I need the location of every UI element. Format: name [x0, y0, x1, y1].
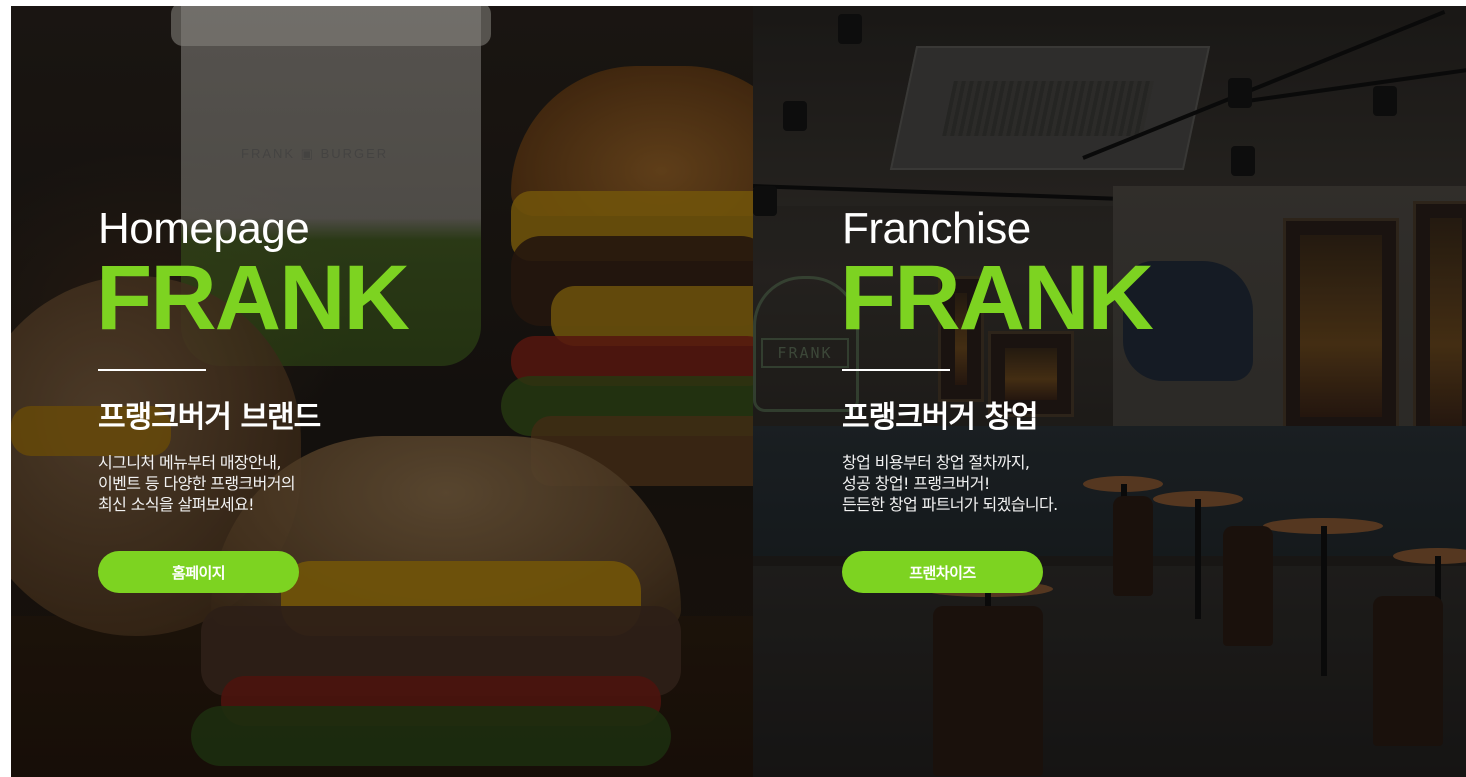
brand-logo-text: FRANK	[840, 247, 1154, 349]
brand-logo-text: FRANK	[96, 247, 410, 349]
franchise-button[interactable]: 프랜차이즈	[842, 551, 1043, 593]
panel-description: 시그니처 메뉴부터 매장안내, 이벤트 등 다양한 프랭크버거의 최신 소식을 …	[98, 452, 398, 515]
divider	[98, 369, 206, 371]
description-line: 시그니처 메뉴부터 매장안내,	[98, 453, 282, 472]
dark-overlay	[753, 6, 1466, 777]
description-line: 성공 창업! 프랭크버거!	[842, 474, 990, 493]
panel-description: 창업 비용부터 창업 절차까지, 성공 창업! 프랭크버거! 든든한 창업 파트…	[842, 452, 1142, 515]
franchise-panel[interactable]: FRANK Franchise FRANK 프랭크버거 창업 창업 비용부터 창…	[753, 6, 1466, 777]
homepage-button[interactable]: 홈페이지	[98, 551, 299, 593]
dark-overlay	[11, 6, 753, 777]
divider	[842, 369, 950, 371]
homepage-panel[interactable]: FRANK ▣ BURGER Homepage FRANK 프랭크버거 브랜드	[11, 6, 753, 777]
panel-heading: 프랭크버거 창업	[842, 400, 1039, 435]
description-line: 창업 비용부터 창업 절차까지,	[842, 453, 1030, 472]
landing-split: FRANK ▣ BURGER Homepage FRANK 프랭크버거 브랜드	[11, 6, 1466, 777]
description-line: 최신 소식을 살펴보세요!	[98, 495, 255, 514]
description-line: 든든한 창업 파트너가 되겠습니다.	[842, 495, 1058, 514]
panel-heading: 프랭크버거 브랜드	[98, 400, 321, 435]
description-line: 이벤트 등 다양한 프랭크버거의	[98, 474, 296, 493]
